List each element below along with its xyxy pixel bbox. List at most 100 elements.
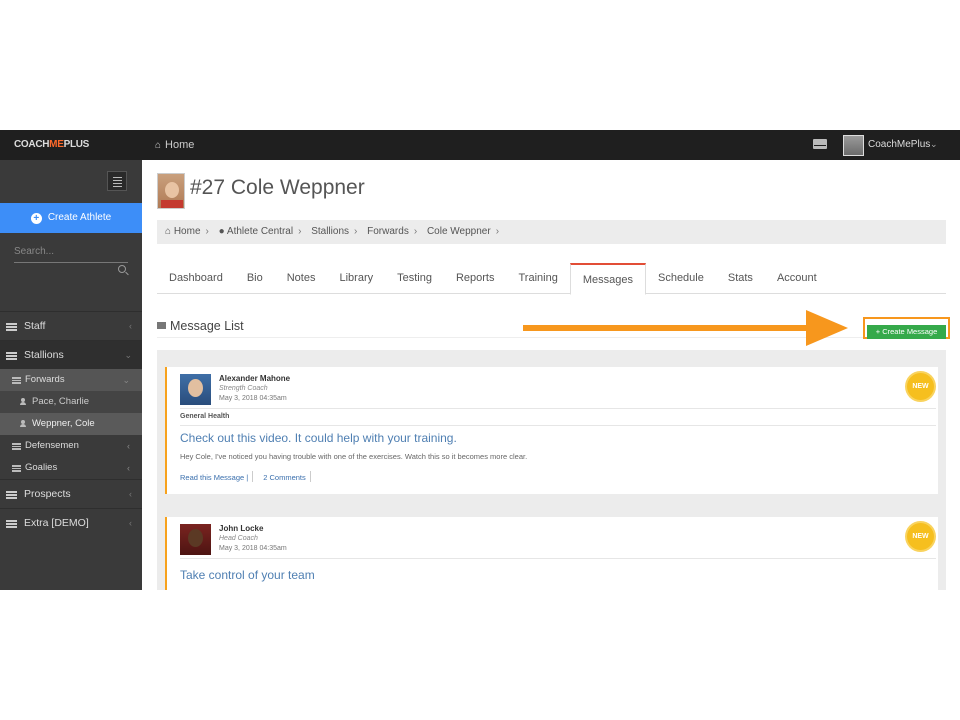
- app-window: COACHMEPLUS ⌂ Home CoachMePlus ⌄ + Create …: [0, 130, 960, 590]
- home-icon: ⌂: [165, 226, 172, 237]
- comments-link[interactable]: 2 Comments: [263, 473, 306, 482]
- plus-circle-icon: +: [30, 213, 42, 224]
- sidebar-athlete-weppner-cole[interactable]: Weppner, Cole: [0, 413, 142, 435]
- list-icon: [12, 443, 21, 450]
- create-message-button[interactable]: + Create Message: [867, 325, 946, 339]
- athlete-photo: [157, 173, 185, 209]
- sender-name: Alexander Mahone: [219, 374, 291, 383]
- annotation-highlight-box: + Create Message: [863, 317, 950, 339]
- message-actions: Read this Message | 2 Comments: [180, 471, 321, 482]
- sender-avatar: [180, 524, 211, 555]
- top-home-link[interactable]: ⌂ Home: [155, 130, 194, 160]
- tab-testing[interactable]: Testing: [385, 263, 444, 294]
- chevron-down-icon: ⌄: [124, 350, 132, 360]
- chevron-right-icon: ›: [413, 226, 418, 237]
- sender-role: Head Coach: [219, 535, 258, 542]
- sidebar: +Create Athlete Staff ‹ Stallions ⌄ Forw…: [0, 160, 142, 590]
- tab-notes[interactable]: Notes: [275, 263, 328, 294]
- chevron-right-icon: ›: [205, 226, 209, 237]
- sidebar-item-forwards[interactable]: Forwards ⌄: [0, 369, 142, 391]
- divider: [252, 471, 254, 482]
- annotation-arrow-head: [806, 310, 848, 346]
- tab-training[interactable]: Training: [507, 263, 570, 294]
- tab-bio[interactable]: Bio: [235, 263, 275, 294]
- breadcrumb: ⌂ Home › ● Athlete Central › Stallions › Fo…: [157, 220, 946, 244]
- divider: [180, 408, 936, 409]
- tab-messages[interactable]: Messages: [569, 263, 646, 295]
- message-subject-link[interactable]: Check out this video. It could help with…: [180, 431, 457, 445]
- list-icon: [12, 377, 21, 384]
- list-item: John Locke Head Coach May 3, 2018 04:35a…: [165, 517, 938, 590]
- main-content: #27 Cole Weppner ⌂ Home › ● Athlete Centr…: [142, 160, 960, 590]
- breadcrumb-athlete-central[interactable]: ● Athlete Central: [219, 220, 293, 244]
- new-badge: NEW: [907, 373, 934, 400]
- message-preview: Hey Cole, I've noticed you having troubl…: [180, 452, 528, 461]
- divider: [180, 558, 936, 559]
- breadcrumb-stallions[interactable]: Stallions: [311, 220, 349, 244]
- chevron-left-icon: ‹: [129, 518, 132, 528]
- create-athlete-button[interactable]: + Create Athlete: [0, 203, 142, 233]
- annotation-arrow: [523, 325, 808, 331]
- search-input[interactable]: [14, 241, 128, 263]
- users-icon: ●: [218, 226, 225, 237]
- tab-dashboard[interactable]: Dashboard: [157, 263, 235, 294]
- message-date: May 3, 2018 04:35am: [219, 545, 287, 552]
- user-icon: [20, 398, 26, 405]
- chevron-left-icon: ‹: [127, 441, 130, 451]
- user-menu-name[interactable]: CoachMePlus: [868, 130, 930, 160]
- message-list: Alexander Mahone Strength Coach May 3, 2…: [157, 350, 946, 590]
- tab-library[interactable]: Library: [327, 263, 385, 294]
- sidebar-item-goalies[interactable]: Goalies ‹: [0, 457, 142, 479]
- avatar[interactable]: [843, 135, 864, 156]
- chevron-left-icon: ‹: [127, 463, 130, 473]
- breadcrumb-cole-weppner[interactable]: Cole Weppner: [427, 220, 491, 244]
- tab-reports[interactable]: Reports: [444, 263, 507, 294]
- divider: [180, 425, 936, 426]
- sender-name: John Locke: [219, 524, 264, 533]
- list-icon: [12, 465, 21, 472]
- chevron-left-icon: ‹: [129, 321, 132, 331]
- chevron-down-icon[interactable]: ⌄: [930, 130, 938, 158]
- sidebar-toggle-button[interactable]: [107, 171, 127, 191]
- sidebar-item-stallions[interactable]: Stallions ⌄: [0, 340, 142, 369]
- sidebar-search: [14, 241, 128, 281]
- message-subject-link[interactable]: Take control of your team: [180, 568, 315, 582]
- profile-tabs: Dashboard Bio Notes Library Testing Repo…: [157, 263, 946, 295]
- tab-account[interactable]: Account: [765, 263, 829, 294]
- sidebar-nav: Staff ‹ Stallions ⌄ Forwards ⌄ Pace, Cha…: [0, 311, 142, 537]
- grid-icon: [6, 520, 17, 528]
- sender-avatar: [180, 374, 211, 405]
- read-message-link[interactable]: Read this Message |: [180, 473, 248, 482]
- chevron-left-icon: ‹: [129, 489, 132, 499]
- breadcrumb-forwards[interactable]: Forwards: [367, 220, 409, 244]
- list-item: Alexander Mahone Strength Coach May 3, 2…: [165, 367, 938, 494]
- chevron-right-icon: ›: [495, 226, 500, 237]
- sidebar-item-defensemen[interactable]: Defensemen ‹: [0, 435, 142, 457]
- message-date: May 3, 2018 04:35am: [219, 395, 287, 402]
- chevron-right-icon: ›: [354, 226, 358, 237]
- sidebar-item-extra-demo[interactable]: Extra [DEMO] ‹: [0, 508, 142, 537]
- tab-stats[interactable]: Stats: [716, 263, 765, 294]
- mail-icon[interactable]: [813, 139, 827, 149]
- grid-icon: [6, 352, 17, 360]
- top-bar: COACHMEPLUS ⌂ Home CoachMePlus ⌄: [0, 130, 960, 160]
- chevron-right-icon: ›: [298, 226, 302, 237]
- new-badge: NEW: [907, 523, 934, 550]
- sidebar-item-staff[interactable]: Staff ‹: [0, 311, 142, 340]
- message-category: General Health: [180, 413, 230, 420]
- chevron-down-icon: ⌄: [122, 375, 130, 385]
- envelope-icon: [157, 322, 166, 329]
- home-icon: ⌂: [155, 140, 162, 151]
- grid-icon: [6, 323, 17, 331]
- sender-role: Strength Coach: [219, 385, 268, 392]
- search-icon[interactable]: [118, 265, 126, 273]
- page-title: #27 Cole Weppner: [190, 176, 365, 199]
- breadcrumb-home[interactable]: ⌂ Home: [165, 220, 201, 244]
- user-icon: [20, 420, 26, 427]
- section-title: Message List: [157, 319, 244, 333]
- app-logo[interactable]: COACHMEPLUS: [0, 130, 142, 160]
- sidebar-item-prospects[interactable]: Prospects ‹: [0, 479, 142, 508]
- grid-icon: [6, 491, 17, 499]
- sidebar-athlete-pace-charlie[interactable]: Pace, Charlie: [0, 391, 142, 413]
- tab-schedule[interactable]: Schedule: [646, 263, 716, 294]
